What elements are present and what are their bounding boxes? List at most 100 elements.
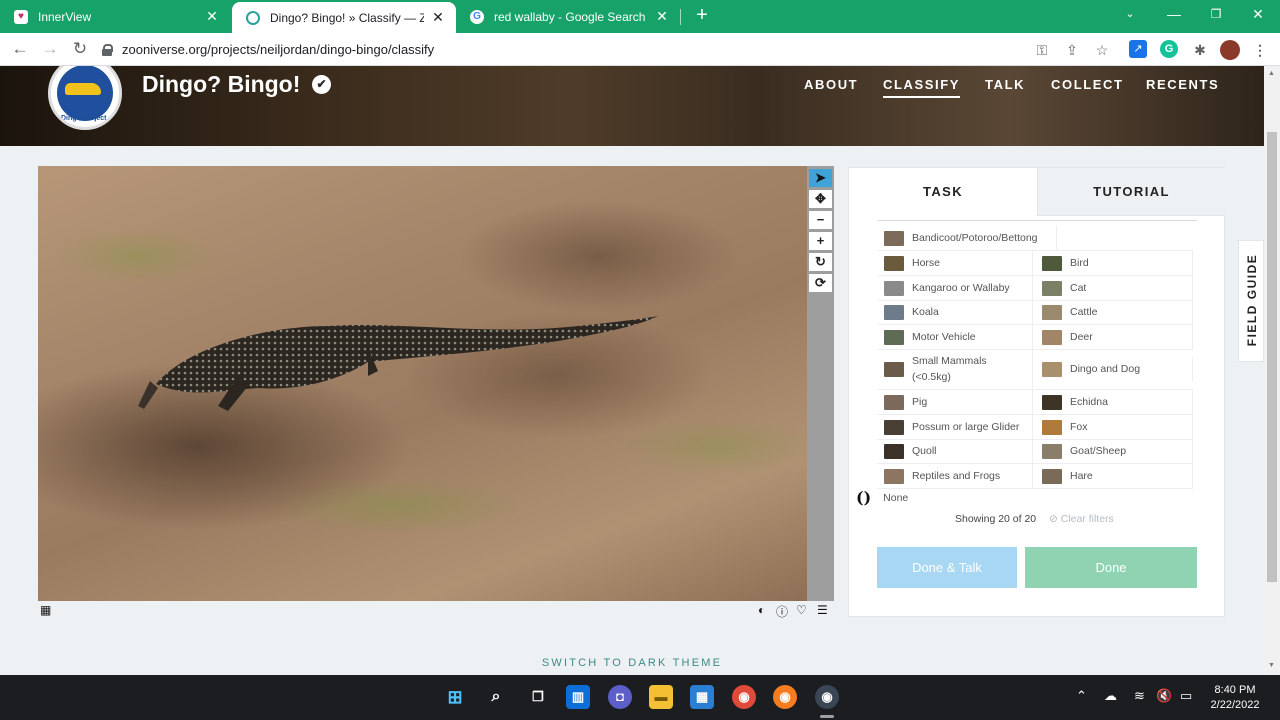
wifi-icon[interactable]: ≋ — [1134, 688, 1145, 704]
volume-muted-icon[interactable]: 🔇 — [1156, 688, 1172, 704]
choice-none[interactable]: () None — [856, 488, 908, 507]
chat-icon[interactable]: ◘ — [608, 685, 632, 709]
windows-start-icon[interactable]: ⊞ — [443, 685, 467, 709]
bookmark-star-icon[interactable]: ☆ — [1092, 40, 1112, 60]
profile-avatar[interactable] — [1220, 40, 1240, 60]
choice-horse[interactable]: Horse — [877, 251, 1033, 275]
choice-label: Kangaroo or Wallaby — [912, 282, 1010, 294]
extensions-puzzle-icon[interactable]: ✱ — [1190, 40, 1210, 60]
metadata-info-icon[interactable]: ⓘ — [776, 603, 788, 620]
browser-tab-innerview[interactable]: ♥ InnerView ✕ — [0, 0, 230, 33]
address-bar[interactable]: zooniverse.org/projects/neiljordan/dingo… — [102, 36, 1102, 63]
address-url: zooniverse.org/projects/neiljordan/dingo… — [122, 42, 435, 57]
forward-icon[interactable]: → — [38, 37, 62, 61]
subject-grid-icon[interactable]: ▦ — [40, 603, 51, 617]
restore-button[interactable]: ❐ — [1194, 0, 1238, 30]
choice-bird[interactable]: Bird — [1035, 251, 1193, 275]
system-clock[interactable]: 8:40 PM 2/22/2022 — [1200, 683, 1270, 713]
menu-kebab-icon[interactable]: ⋮ — [1250, 40, 1270, 60]
choice-label: Cattle — [1070, 306, 1098, 318]
nav-collect[interactable]: COLLECT — [1051, 77, 1124, 92]
nav-recents[interactable]: RECENTS — [1146, 77, 1219, 92]
back-icon[interactable]: ← — [8, 37, 32, 61]
firefox-icon[interactable]: ◉ — [773, 685, 797, 709]
close-window-button[interactable]: ✕ — [1236, 0, 1280, 30]
browser-tab-google-search[interactable]: G red wallaby - Google Search ✕ — [456, 0, 680, 33]
choice-bandicoot[interactable]: Bandicoot/Potoroo/Bettong — [877, 226, 1057, 250]
close-tab-icon[interactable]: ✕ — [654, 8, 670, 25]
scroll-thumb[interactable] — [1267, 132, 1277, 582]
file-explorer-icon[interactable]: ▬ — [649, 685, 673, 709]
choice-cattle[interactable]: Cattle — [1035, 300, 1193, 324]
tab-task[interactable]: TASK — [849, 168, 1037, 216]
choice-label: Small Mammals (<0.5kg) — [912, 355, 987, 383]
choice-echidna[interactable]: Echidna — [1035, 390, 1193, 414]
reset-icon[interactable]: ⟳ — [809, 274, 832, 292]
page-scrollbar[interactable]: ▲ ▼ — [1264, 66, 1280, 674]
choice-goat-sheep[interactable]: Goat/Sheep — [1035, 439, 1193, 463]
choice-deer[interactable]: Deer — [1035, 325, 1193, 349]
zoom-in-icon[interactable]: + — [809, 232, 832, 250]
switch-dark-theme-link[interactable]: SWITCH TO DARK THEME — [0, 657, 1264, 669]
viewer-toolbar: ➤ ✥ − + ↻ ⟳ — [807, 166, 834, 601]
choice-dingo-dog[interactable]: Dingo and Dog — [1035, 357, 1193, 381]
battery-icon[interactable]: ▭ — [1180, 688, 1192, 704]
choice-label: Bandicoot/Potoroo/Bettong — [912, 232, 1038, 244]
choice-koala[interactable]: Koala — [877, 300, 1033, 324]
nav-talk[interactable]: TALK — [985, 77, 1025, 92]
microsoft-store-icon[interactable]: ▦ — [690, 685, 714, 709]
zoom-out-icon[interactable]: − — [809, 211, 832, 229]
tab-title: Dingo? Bingo! » Classify — Zooniverse — [270, 10, 424, 25]
chrome-profile-icon[interactable]: ◉ — [815, 685, 839, 709]
widgets-icon[interactable]: ▥ — [566, 685, 590, 709]
show-hidden-icons-icon[interactable]: ⌃ — [1076, 688, 1087, 704]
chrome-icon[interactable]: ◉ — [732, 685, 756, 709]
choice-possum-glider[interactable]: Possum or large Glider — [877, 415, 1033, 439]
project-title[interactable]: Dingo? Bingo! — [142, 71, 300, 98]
extension-arrow-icon[interactable]: ↗ — [1129, 40, 1147, 58]
choice-quoll[interactable]: Quoll — [877, 439, 1033, 463]
key-icon[interactable]: ⚿ — [1032, 40, 1052, 60]
minimize-button[interactable]: — — [1152, 0, 1196, 30]
choice-reptiles-frogs[interactable]: Reptiles and Frogs — [877, 464, 1033, 488]
choice-cat[interactable]: Cat — [1035, 276, 1193, 300]
contrast-icon[interactable]: ◐ — [758, 603, 765, 617]
grammarly-icon[interactable]: G — [1160, 40, 1178, 58]
close-tab-icon[interactable]: ✕ — [430, 9, 446, 26]
close-tab-icon[interactable]: ✕ — [204, 8, 220, 25]
pointer-icon[interactable]: ➤ — [809, 169, 832, 187]
choice-pig[interactable]: Pig — [877, 390, 1033, 414]
clear-filters-link[interactable]: ⊘ Clear filters — [1049, 513, 1114, 525]
dingo-project-logo[interactable]: Dingo Project — [48, 66, 122, 130]
task-view-icon[interactable]: ❐ — [526, 685, 550, 709]
nav-classify[interactable]: CLASSIFY — [883, 77, 961, 98]
choice-hare[interactable]: Hare — [1035, 464, 1193, 488]
tab-search-icon[interactable]: ⌄ — [1108, 0, 1152, 30]
done-and-talk-button[interactable]: Done & Talk — [877, 547, 1017, 588]
collections-list-icon[interactable]: ☰ — [817, 603, 828, 617]
reload-icon[interactable]: ↻ — [68, 37, 92, 61]
done-button[interactable]: Done — [1025, 547, 1197, 588]
lock-icon — [102, 43, 113, 56]
scroll-down-icon[interactable]: ▼ — [1268, 662, 1275, 669]
choice-label: Goat/Sheep — [1070, 445, 1127, 457]
tab-tutorial[interactable]: TUTORIAL — [1037, 168, 1225, 216]
choice-motor-vehicle[interactable]: Motor Vehicle — [877, 325, 1033, 349]
choice-fox[interactable]: Fox — [1035, 415, 1193, 439]
search-icon[interactable]: ⌕ — [484, 685, 508, 709]
scroll-up-icon[interactable]: ▲ — [1268, 70, 1275, 77]
favorite-heart-icon[interactable]: ♡ — [796, 603, 807, 617]
subject-image[interactable] — [38, 166, 807, 601]
onedrive-cloud-icon[interactable]: ☁ — [1104, 688, 1117, 704]
clock-date: 2/22/2022 — [1210, 699, 1260, 711]
monitor-lizard-photo — [138, 316, 658, 411]
share-icon[interactable]: ⇪ — [1062, 40, 1082, 60]
choice-small-mammals[interactable]: Small Mammals (<0.5kg) — [877, 350, 1033, 388]
field-guide-tab[interactable]: FIELD GUIDE — [1238, 240, 1264, 362]
new-tab-button[interactable]: + — [690, 4, 714, 28]
move-icon[interactable]: ✥ — [809, 190, 832, 208]
choice-kangaroo-wallaby[interactable]: Kangaroo or Wallaby — [877, 276, 1033, 300]
rotate-icon[interactable]: ↻ — [809, 253, 832, 271]
nav-about[interactable]: ABOUT — [804, 77, 858, 92]
browser-tab-dingo-bingo[interactable]: Dingo? Bingo! » Classify — Zooniverse ✕ — [232, 2, 456, 33]
